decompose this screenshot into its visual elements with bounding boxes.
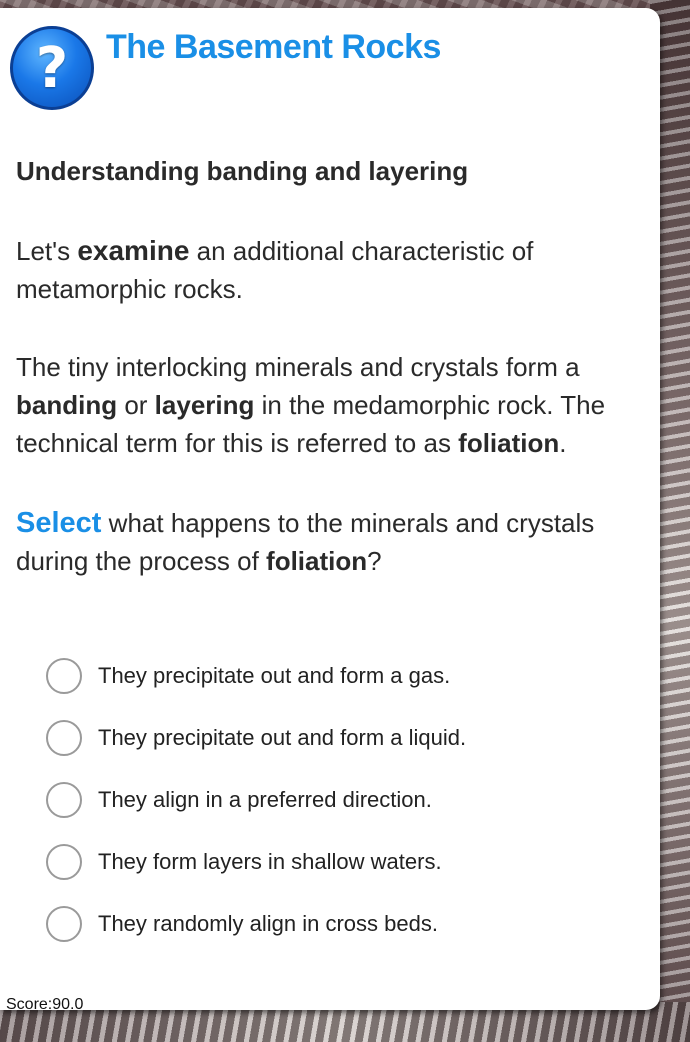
answer-option-4[interactable]: They form layers in shallow waters. [46, 842, 466, 882]
answer-label: They randomly align in cross beds. [98, 911, 438, 936]
intro-paragraph: Let's examine an additional characterist… [16, 235, 534, 304]
answer-options: They precipitate out and form a gas. The… [46, 656, 466, 966]
question-card: ? The Basement Rocks Understanding bandi… [0, 8, 660, 1013]
answer-label: They form layers in shallow waters. [98, 849, 442, 874]
emphasis-layering: layering [154, 390, 255, 420]
foliation-paragraph: The tiny interlocking minerals and cryst… [16, 352, 606, 458]
answer-option-3[interactable]: They align in a preferred direction. [46, 780, 466, 820]
answer-label: They precipitate out and form a liquid. [98, 725, 467, 750]
answer-option-5[interactable]: They randomly align in cross beds. [46, 904, 466, 944]
emphasis-foliation-question: foliation [266, 546, 368, 576]
emphasis-foliation: foliation [458, 428, 560, 458]
question-prompt: Select what happens to the minerals and … [16, 507, 595, 576]
score-display: Score:90.0 [6, 996, 84, 1013]
answer-option-1[interactable]: They precipitate out and form a gas. [46, 656, 466, 696]
emphasis-examine: examine [77, 235, 190, 266]
answer-label: They align in a preferred direction. [98, 787, 432, 812]
answer-option-2[interactable]: They precipitate out and form a liquid. [46, 718, 466, 758]
radio-button[interactable] [46, 906, 82, 942]
page-title: The Basement Rocks [106, 28, 441, 66]
select-keyword: Select [16, 507, 102, 539]
question-icon[interactable]: ? [10, 26, 94, 110]
radio-button[interactable] [46, 782, 82, 818]
section-heading: Understanding banding and layering [16, 156, 469, 186]
radio-button[interactable] [46, 658, 82, 694]
answer-label: They precipitate out and form a gas. [98, 663, 451, 688]
radio-button[interactable] [46, 720, 82, 756]
radio-button[interactable] [46, 844, 82, 880]
question-glyph: ? [35, 35, 69, 101]
emphasis-banding: banding [16, 390, 118, 420]
